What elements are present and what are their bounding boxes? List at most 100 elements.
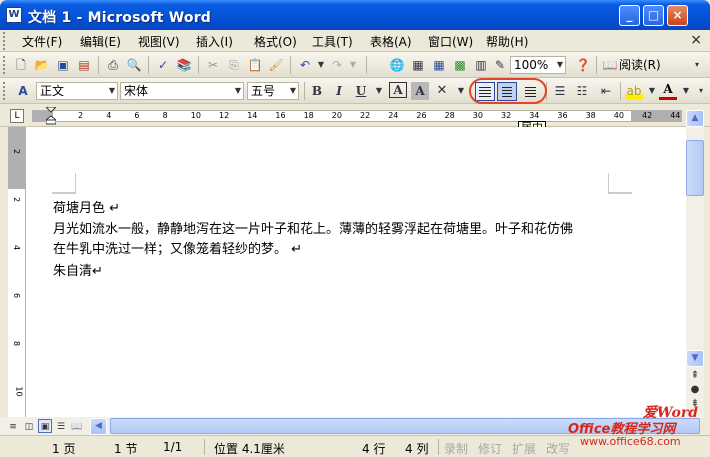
document-line-body-2[interactable]: 在牛乳中洗过一样；又像笼着轻纱的梦。 ↵: [53, 238, 302, 257]
scroll-left-icon[interactable]: ◀: [90, 418, 107, 435]
character-shading-button[interactable]: A: [411, 82, 429, 100]
horizontal-ruler[interactable]: L 2 4 6 8 10 12 14 16 18 20 22 24 26 28 30 32 34 36 38 40 42…: [0, 105, 710, 127]
toolbar-grip[interactable]: [3, 56, 6, 74]
status-record-macro[interactable]: 录制: [444, 440, 468, 457]
select-browse-object-icon[interactable]: ●: [689, 384, 701, 396]
ruler-tick-label: 6: [134, 111, 140, 120]
ruler-tick-label: 2: [78, 111, 84, 120]
redo-dropdown-icon[interactable]: ▼: [344, 56, 362, 74]
reading-view-icon[interactable]: 📖: [70, 419, 84, 433]
standard-toolbar: 🗋 📂 ▣ ▤ ⎙ 🔍 ✓ 📚 ✂ ⎘ 📋 🖌 ↶ ▼ ↷ ▼ 🌐 ▦ ▦ ▩ …: [0, 52, 710, 78]
permission-icon[interactable]: ▤: [75, 56, 93, 74]
columns-icon[interactable]: ▥: [472, 56, 490, 74]
document-close-icon[interactable]: ×: [690, 32, 702, 48]
horizontal-scroll-thumb[interactable]: [110, 418, 700, 434]
document-page[interactable]: 荷塘月色 ↵ 月光如流水一般，静静地泻在这一片叶子和花上。薄薄的轻雾浮起在荷塘里…: [26, 127, 686, 417]
next-page-icon[interactable]: ⇟: [689, 398, 701, 410]
ruler-tick-label: 14: [247, 111, 258, 120]
menu-tools[interactable]: 工具(T): [312, 33, 353, 50]
underline-button[interactable]: U: [352, 82, 370, 100]
menubar-grip[interactable]: [3, 32, 6, 50]
menu-view[interactable]: 视图(V): [138, 33, 180, 50]
document-line-author[interactable]: 朱自清↵: [53, 260, 103, 279]
menu-table[interactable]: 表格(A): [370, 33, 412, 50]
copy-icon[interactable]: ⎘: [225, 56, 243, 74]
zoom-select[interactable]: 100% ▼: [510, 56, 566, 74]
previous-page-icon[interactable]: ⇞: [689, 370, 701, 382]
vertical-ruler[interactable]: 2 2 4 6 8 10: [8, 127, 26, 417]
spelling-icon[interactable]: ✓: [154, 56, 172, 74]
menu-help[interactable]: 帮助(H): [486, 33, 528, 50]
menu-format[interactable]: 格式(O): [254, 33, 297, 50]
vertical-scrollbar[interactable]: ▲ ▼ ⇞ ● ⇟: [686, 110, 704, 418]
indent-marker-icon[interactable]: [46, 107, 56, 125]
outline-view-icon[interactable]: ☰: [54, 419, 68, 433]
insert-table-icon[interactable]: ▦: [430, 56, 448, 74]
menu-edit[interactable]: 编辑(E): [80, 33, 121, 50]
chevron-down-icon: ▼: [289, 86, 296, 95]
save-icon[interactable]: ▣: [54, 56, 72, 74]
drawing-icon[interactable]: ✎: [491, 56, 509, 74]
horizontal-scrollbar[interactable]: ≡ ◫ ▣ ☰ 📖 ◀: [0, 417, 700, 435]
font-color-button[interactable]: A: [659, 82, 677, 100]
vruler-tick-label: 8: [12, 340, 22, 347]
document-line-body-1[interactable]: 月光如流水一般，静静地泻在这一片叶子和花上。薄薄的轻雾浮起在荷塘里。叶子和花仿佛: [53, 218, 573, 237]
character-border-button[interactable]: A: [389, 82, 407, 98]
chevron-down-icon: ▼: [556, 60, 563, 69]
font-size-select[interactable]: 五号 ▼: [247, 82, 299, 100]
toolbar-options-icon[interactable]: ▾: [692, 82, 710, 100]
status-track-changes[interactable]: 修订: [478, 440, 502, 457]
web-layout-icon[interactable]: ◫: [22, 419, 36, 433]
tab-selector-button[interactable]: L: [10, 109, 24, 123]
print-preview-icon[interactable]: 🔍: [125, 56, 143, 74]
status-extend-selection[interactable]: 扩展: [512, 440, 536, 457]
character-scaling-icon[interactable]: ✕: [433, 82, 451, 100]
menu-insert[interactable]: 插入(I): [196, 33, 233, 50]
italic-button[interactable]: I: [330, 82, 348, 100]
reading-layout-button[interactable]: 阅读(R): [619, 56, 669, 74]
word-app-icon[interactable]: W: [6, 7, 22, 23]
vertical-scroll-thumb[interactable]: [686, 140, 704, 196]
toolbar-grip[interactable]: [3, 82, 6, 100]
menu-bar: 文件(F) 编辑(E) 视图(V) 插入(I) 格式(O) 工具(T) 表格(A…: [0, 30, 710, 52]
bullets-icon[interactable]: ☷: [573, 82, 591, 100]
format-painter-icon[interactable]: 🖌: [267, 56, 285, 74]
research-icon[interactable]: 📚: [175, 56, 193, 74]
open-icon[interactable]: 📂: [33, 56, 51, 74]
hyperlink-icon[interactable]: 🌐: [388, 56, 406, 74]
document-line-title[interactable]: 荷塘月色 ↵: [53, 197, 120, 216]
normal-view-icon[interactable]: ≡: [6, 419, 20, 433]
style-select[interactable]: 正文 ▼: [36, 82, 118, 100]
reading-layout-icon[interactable]: 📖: [601, 56, 619, 74]
numbering-icon[interactable]: ☰: [551, 82, 569, 100]
underline-dropdown-icon[interactable]: ▼: [370, 82, 388, 100]
status-position: 位置 4.1厘米: [214, 442, 285, 456]
help-icon[interactable]: ❓: [574, 56, 592, 74]
font-select[interactable]: 宋体 ▼: [120, 82, 244, 100]
insert-excel-icon[interactable]: ▩: [451, 56, 469, 74]
print-icon[interactable]: ⎙: [104, 56, 122, 74]
highlight-icon[interactable]: ab: [625, 82, 643, 100]
cut-icon[interactable]: ✂: [204, 56, 222, 74]
maximize-button[interactable]: □: [643, 5, 664, 26]
crop-mark-top-left: [52, 173, 76, 194]
new-icon[interactable]: 🗋: [12, 56, 30, 74]
status-overtype[interactable]: 改写: [546, 440, 570, 457]
menu-window[interactable]: 窗口(W): [428, 33, 473, 50]
vruler-tick-label: 2: [12, 148, 22, 155]
decrease-indent-icon[interactable]: ⇤: [597, 82, 615, 100]
toolbar-options-icon[interactable]: ▾: [688, 56, 706, 74]
menu-file[interactable]: 文件(F): [22, 33, 62, 50]
minimize-button[interactable]: _: [619, 5, 640, 26]
close-button[interactable]: ×: [667, 5, 688, 26]
styles-formatting-icon[interactable]: A: [14, 82, 32, 100]
tables-borders-icon[interactable]: ▦: [409, 56, 427, 74]
print-layout-icon[interactable]: ▣: [38, 419, 52, 433]
scroll-up-icon[interactable]: ▲: [686, 110, 704, 127]
scroll-down-icon[interactable]: ▼: [686, 350, 704, 367]
chevron-down-icon: ▼: [234, 86, 241, 95]
paste-icon[interactable]: 📋: [246, 56, 264, 74]
scaling-dropdown-icon[interactable]: ▼: [452, 82, 470, 100]
bold-button[interactable]: B: [308, 82, 326, 100]
vruler-tick-label: 2: [12, 196, 22, 203]
